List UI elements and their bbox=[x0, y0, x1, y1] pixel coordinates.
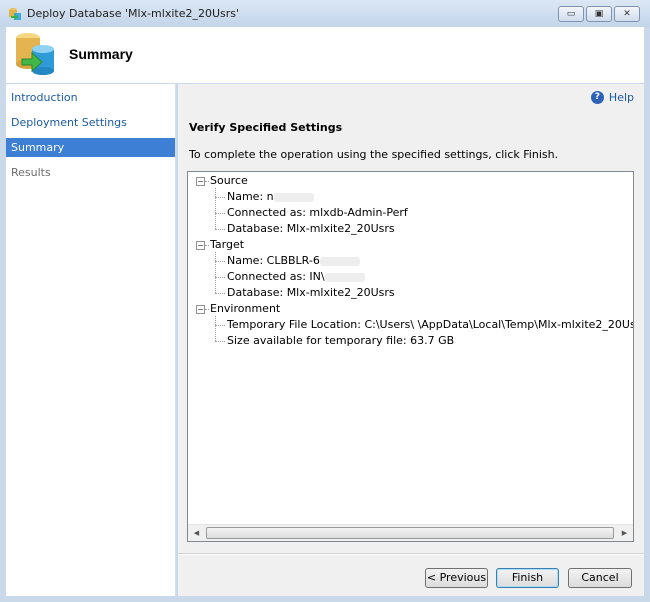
scroll-right-icon[interactable]: ▶ bbox=[616, 525, 633, 541]
database-app-icon bbox=[9, 8, 21, 20]
deploy-database-icon bbox=[16, 33, 54, 75]
collapse-icon[interactable]: − bbox=[196, 305, 205, 314]
tree-node-environment[interactable]: Environment bbox=[210, 301, 280, 317]
section-heading: Verify Specified Settings bbox=[189, 121, 343, 134]
tree-node-source[interactable]: Source bbox=[210, 173, 248, 189]
wizard-header: Summary bbox=[6, 27, 644, 83]
divider bbox=[178, 553, 644, 555]
close-button[interactable]: ✕ bbox=[614, 6, 640, 22]
title-bar: Deploy Database 'Mlx-mlxite2_20Usrs' ▭ ▣… bbox=[0, 0, 650, 27]
tree-leaf[interactable]: Temporary File Location: C:\Users\ \AppD… bbox=[227, 317, 633, 333]
tree-leaf[interactable]: Connected as: mlxdb-Admin-Perf bbox=[227, 205, 408, 221]
scrollbar-thumb[interactable] bbox=[206, 527, 614, 539]
scroll-left-icon[interactable]: ◀ bbox=[188, 525, 205, 541]
finish-button[interactable]: Finish bbox=[496, 568, 559, 588]
help-icon: ? bbox=[590, 91, 604, 104]
collapse-icon[interactable]: − bbox=[196, 241, 205, 250]
tree-node-target[interactable]: Target bbox=[210, 237, 244, 253]
nav-results: Results bbox=[11, 166, 51, 179]
minimize-button[interactable]: ▭ bbox=[558, 6, 584, 22]
window-title: Deploy Database 'Mlx-mlxite2_20Usrs' bbox=[27, 7, 240, 20]
settings-tree[interactable]: − Source Name: n Connected as: mlxdb-Adm… bbox=[187, 171, 634, 542]
tree-leaf[interactable]: Size available for temporary file: 63.7 … bbox=[227, 333, 454, 349]
help-link[interactable]: ? Help bbox=[590, 91, 634, 104]
nav-introduction[interactable]: Introduction bbox=[6, 88, 175, 107]
nav-deployment-settings[interactable]: Deployment Settings bbox=[6, 113, 175, 132]
horizontal-scrollbar[interactable]: ◀ ▶ bbox=[188, 524, 633, 541]
tree-leaf[interactable]: Name: CLBBLR-6 bbox=[227, 253, 360, 269]
instruction-text: To complete the operation using the spec… bbox=[189, 148, 559, 161]
maximize-button[interactable]: ▣ bbox=[586, 6, 612, 22]
nav-summary[interactable]: Summary bbox=[6, 138, 175, 157]
wizard-nav: Introduction Deployment Settings Summary… bbox=[6, 84, 176, 596]
help-label: Help bbox=[608, 91, 634, 104]
tree-leaf[interactable]: Name: n bbox=[227, 189, 314, 205]
tree-leaf[interactable]: Database: Mlx-mlxite2_20Usrs bbox=[227, 221, 395, 237]
cancel-button[interactable]: Cancel bbox=[568, 568, 632, 588]
previous-button[interactable]: < Previous bbox=[425, 568, 488, 588]
main-panel: ? Help Verify Specified Settings To comp… bbox=[178, 84, 644, 596]
tree-leaf[interactable]: Database: Mlx-mlxite2_20Usrs bbox=[227, 285, 395, 301]
page-title: Summary bbox=[69, 46, 133, 62]
collapse-icon[interactable]: − bbox=[196, 177, 205, 186]
tree-leaf[interactable]: Connected as: IN\ bbox=[227, 269, 365, 285]
